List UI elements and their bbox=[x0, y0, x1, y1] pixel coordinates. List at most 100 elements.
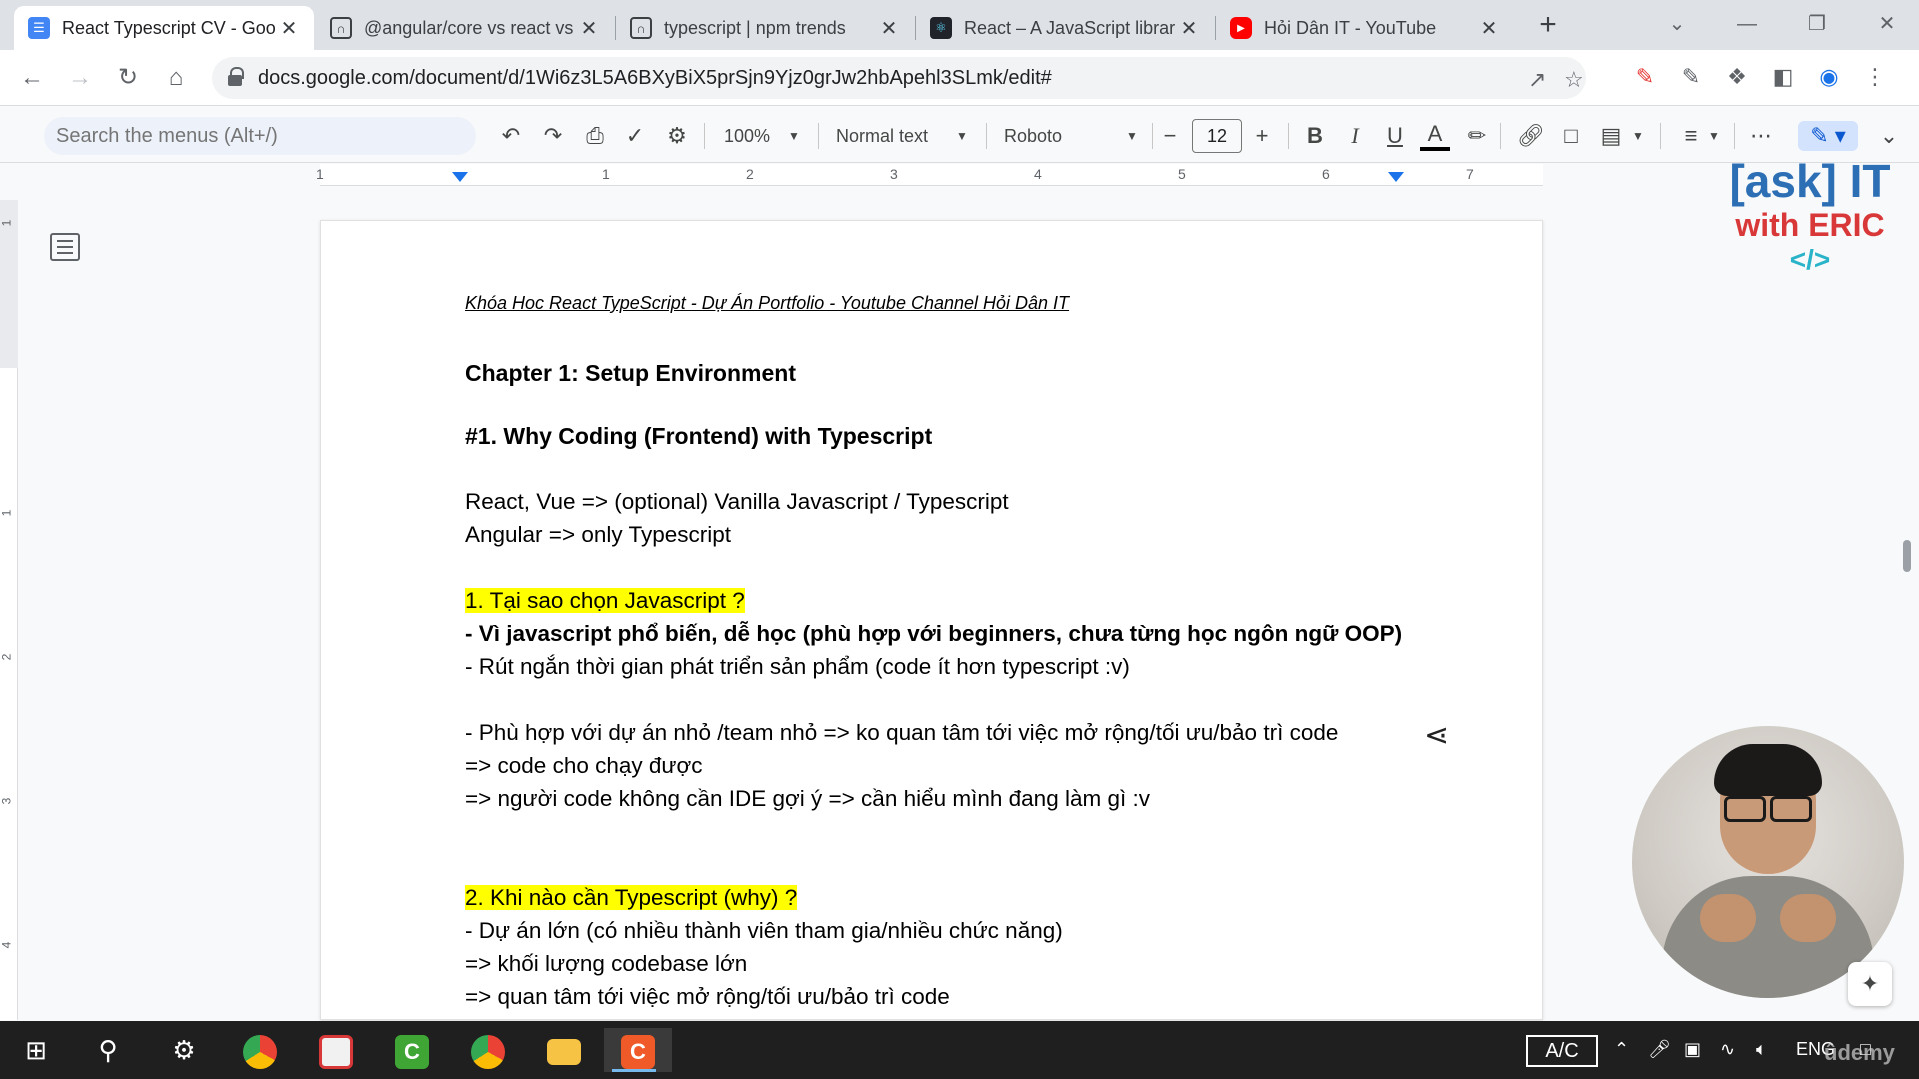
windows-start-icon[interactable]: ⊞ bbox=[6, 1028, 66, 1072]
redo-icon[interactable]: ↷ bbox=[538, 121, 568, 151]
highlighted-heading[interactable]: 1. Tại sao chọn Javascript ? bbox=[465, 588, 745, 613]
windows-taskbar: ⊞ ⚲ ⚙ C C A/C ⌃ 🎤︎ ▣ ∿ 🔈︎ ENG □ bbox=[0, 1021, 1919, 1079]
chevron-down-icon[interactable]: ▼ bbox=[956, 121, 968, 151]
close-window-icon[interactable]: ✕ bbox=[1862, 4, 1912, 44]
chevron-down-icon[interactable]: ▼ bbox=[788, 121, 800, 151]
camtasia-recorder-icon[interactable]: C bbox=[604, 1028, 672, 1072]
forward-arrow-icon[interactable]: → bbox=[62, 60, 98, 96]
app-tray-icon[interactable]: ▣ bbox=[1684, 1039, 1701, 1060]
close-icon[interactable]: ✕ bbox=[1478, 16, 1500, 41]
close-icon[interactable]: ✕ bbox=[278, 16, 300, 41]
paint-format-icon[interactable]: ⚙ bbox=[662, 121, 692, 151]
ruler-number: 1 bbox=[0, 219, 14, 227]
tab-react[interactable]: ⚛ React – A JavaScript librar ✕ bbox=[916, 6, 1214, 50]
add-comment-icon[interactable]: □ bbox=[1556, 121, 1586, 151]
paragraph-style-select[interactable]: Normal text bbox=[836, 121, 928, 151]
tab-title: Hỏi Dân IT - YouTube bbox=[1264, 17, 1437, 38]
chrome-icon[interactable] bbox=[458, 1028, 518, 1072]
text-color-icon[interactable]: A bbox=[1420, 121, 1450, 151]
left-indent-marker[interactable] bbox=[452, 172, 468, 182]
back-arrow-icon[interactable]: ← bbox=[14, 60, 50, 96]
align-left-icon[interactable]: ≡ bbox=[1676, 121, 1706, 151]
close-icon[interactable]: ✕ bbox=[878, 16, 900, 41]
restore-icon[interactable]: ❐ bbox=[1792, 4, 1842, 44]
vertical-ruler[interactable]: 1 1 2 3 4 bbox=[0, 200, 18, 1020]
close-icon[interactable]: ✕ bbox=[1178, 16, 1200, 41]
section-heading[interactable]: #1. Why Coding (Frontend) with Typescrip… bbox=[465, 420, 1485, 453]
tab-docs[interactable]: ☰ React Typescript CV - Goo ✕ bbox=[14, 6, 314, 50]
more-options-icon[interactable]: ⋯ bbox=[1746, 121, 1776, 151]
ac-indicator[interactable]: A/C bbox=[1526, 1035, 1598, 1067]
underline-icon[interactable]: U bbox=[1380, 121, 1410, 151]
highlighted-heading[interactable]: 2. Khi nào cần Typescript (why) ? bbox=[465, 885, 798, 910]
paragraph[interactable]: - Vì javascript phổ biến, dễ học (phù hợ… bbox=[465, 617, 1485, 650]
volume-muted-icon[interactable]: 🔈︎ bbox=[1756, 1039, 1767, 1060]
insert-link-icon[interactable]: 🔗︎ bbox=[1516, 121, 1546, 151]
horizontal-ruler[interactable]: 1 1 2 3 4 5 6 7 bbox=[316, 164, 1543, 186]
tab-search-icon[interactable]: ⌄ bbox=[1652, 4, 1702, 44]
bookmark-star-icon[interactable]: ☆ bbox=[1564, 67, 1584, 93]
profile-avatar-icon[interactable]: ◉ bbox=[1814, 62, 1844, 92]
address-bar[interactable]: docs.google.com/document/d/1Wi6z3L5A6BXy… bbox=[212, 57, 1586, 99]
chapter-heading[interactable]: Chapter 1: Setup Environment bbox=[465, 357, 1485, 390]
document-outline-icon[interactable] bbox=[50, 233, 80, 261]
explore-sparkle-button[interactable]: ✦ bbox=[1848, 962, 1892, 1006]
paragraph[interactable]: - Phù hợp với dự án nhỏ /team nhỏ => ko … bbox=[465, 716, 1485, 749]
chrome-profile-icon[interactable] bbox=[230, 1028, 290, 1072]
font-size-decrease-button[interactable]: − bbox=[1158, 121, 1182, 151]
new-tab-button[interactable]: + bbox=[1530, 8, 1566, 44]
font-size-input[interactable]: 12 bbox=[1192, 119, 1242, 153]
print-icon[interactable]: ⎙ bbox=[580, 121, 610, 151]
italic-icon[interactable]: I bbox=[1340, 121, 1370, 151]
chevron-down-icon[interactable]: ▼ bbox=[1708, 121, 1720, 151]
undo-icon[interactable]: ↶ bbox=[496, 121, 526, 151]
font-size-increase-button[interactable]: + bbox=[1250, 121, 1274, 151]
document-scrollbar[interactable] bbox=[1903, 540, 1911, 572]
search-icon[interactable]: ⚲ bbox=[78, 1028, 138, 1072]
close-icon[interactable]: ✕ bbox=[578, 16, 600, 41]
paragraph[interactable]: - Rút ngắn thời gian phát triển sản phẩm… bbox=[465, 650, 1485, 683]
spellcheck-icon[interactable]: ✓ bbox=[620, 121, 650, 151]
paragraph[interactable]: React, Vue => (optional) Vanilla Javascr… bbox=[465, 485, 1485, 518]
minimize-icon[interactable]: — bbox=[1722, 4, 1772, 44]
tab-angular-vs-react[interactable]: ∩ @angular/core vs react vs ✕ bbox=[316, 6, 614, 50]
chevron-down-icon[interactable]: ▼ bbox=[1632, 121, 1644, 151]
zoom-select[interactable]: 100% bbox=[724, 121, 770, 151]
file-explorer-icon[interactable] bbox=[534, 1028, 594, 1072]
browser-menu-icon[interactable]: ⋮ bbox=[1860, 62, 1890, 92]
font-select[interactable]: Roboto bbox=[1004, 121, 1062, 151]
tab-npm-trends[interactable]: ∩ typescript | npm trends ✕ bbox=[616, 6, 914, 50]
insert-image-icon[interactable]: ▤ bbox=[1596, 121, 1626, 151]
menu-search-input[interactable] bbox=[44, 117, 476, 155]
lock-icon[interactable] bbox=[228, 67, 244, 86]
edit-extension-icon[interactable]: ✎ bbox=[1676, 62, 1706, 92]
share-icon[interactable]: ↗ bbox=[1528, 67, 1546, 93]
paragraph[interactable]: Angular => only Typescript bbox=[465, 518, 1485, 551]
settings-gear-icon[interactable]: ⚙ bbox=[154, 1028, 214, 1072]
chevron-up-icon[interactable]: ⌃ bbox=[1614, 1039, 1629, 1060]
wifi-icon[interactable]: ∿ bbox=[1720, 1039, 1735, 1060]
paragraph[interactable]: - Dự án lớn (có nhiều thành viên tham gi… bbox=[465, 914, 1485, 947]
document-page[interactable]: Khóa Hoc React TypeScript - Dự Án Portfo… bbox=[320, 220, 1543, 1020]
paragraph[interactable]: => code cho chạy được bbox=[465, 749, 1485, 782]
paragraph[interactable]: => người code không cần IDE gợi ý => cần… bbox=[465, 782, 1485, 815]
right-indent-marker[interactable] bbox=[1388, 172, 1404, 182]
extensions-puzzle-icon[interactable]: ❖ bbox=[1722, 62, 1752, 92]
tab-youtube[interactable]: ▶ Hỏi Dân IT - YouTube ✕ bbox=[1216, 6, 1514, 50]
reload-icon[interactable]: ↻ bbox=[110, 60, 146, 96]
home-icon[interactable]: ⌂ bbox=[158, 60, 194, 96]
tasks-app-icon[interactable] bbox=[306, 1028, 366, 1072]
side-panel-icon[interactable]: ◧ bbox=[1768, 62, 1798, 92]
paragraph[interactable]: => khối lượng codebase lớn bbox=[465, 947, 1485, 980]
paragraph[interactable]: => quan tâm tới việc mở rộng/tối ưu/bảo … bbox=[465, 980, 1485, 1013]
document-subtitle[interactable]: Khóa Hoc React TypeScript - Dự Án Portfo… bbox=[465, 291, 1485, 315]
document-body[interactable]: Khóa Hoc React TypeScript - Dự Án Portfo… bbox=[465, 291, 1485, 1013]
camtasia-green-icon[interactable]: C bbox=[382, 1028, 442, 1072]
pen-extension-icon[interactable]: ✎ bbox=[1630, 62, 1660, 92]
collapse-toolbar-icon[interactable]: ⌄ bbox=[1874, 121, 1904, 151]
bold-icon[interactable]: B bbox=[1300, 121, 1330, 151]
editing-mode-button[interactable]: ✎ ▾ bbox=[1798, 121, 1858, 151]
highlight-color-icon[interactable]: ✏ bbox=[1462, 121, 1492, 151]
chevron-down-icon[interactable]: ▼ bbox=[1126, 121, 1138, 151]
microphone-icon[interactable]: 🎤︎ bbox=[1648, 1039, 1671, 1060]
